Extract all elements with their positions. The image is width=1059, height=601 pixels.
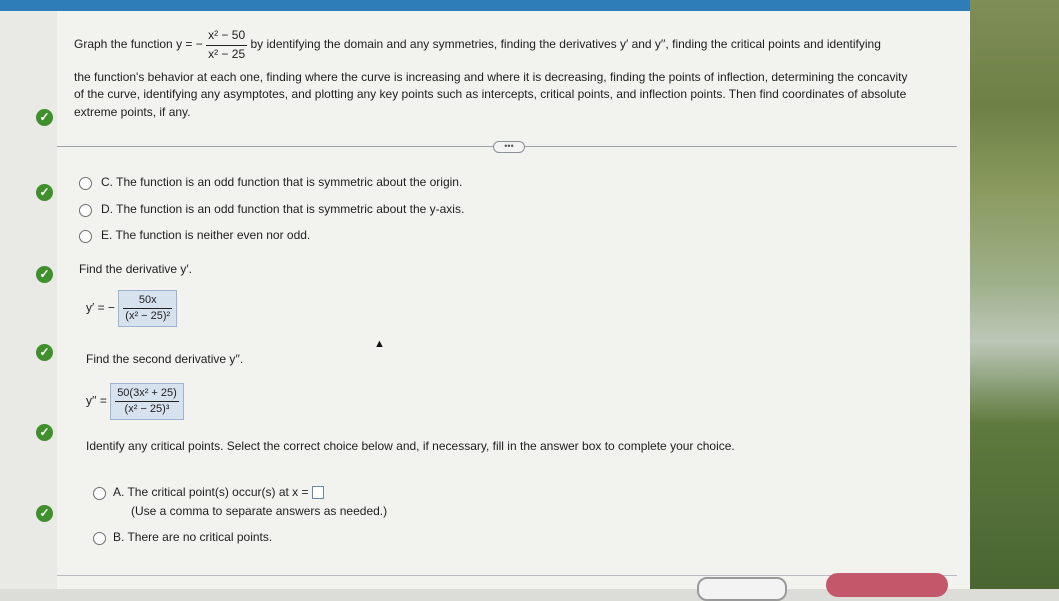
second-derivative-answer: y′′ = 50(3x² + 25) (x² − 25)³ (86, 383, 184, 420)
option-e[interactable]: E. The function is neither even nor odd. (101, 228, 310, 243)
radio-option-c[interactable] (79, 177, 92, 190)
question-text: Graph the function y = − x² − 50 x² − 25… (74, 27, 954, 63)
top-accent-bar (0, 0, 1059, 11)
option-e-text: The function is neither even nor odd. (115, 228, 311, 242)
second-derivative-answer-box[interactable]: 50(3x² + 25) (x² − 25)³ (110, 383, 184, 420)
derivative-lhs: y′ = − (86, 300, 115, 315)
checkmark-icon: ✓ (36, 109, 53, 126)
bottom-divider (57, 575, 957, 576)
expand-more-button[interactable]: ••• (493, 141, 525, 153)
question-line4: extreme points, if any. (74, 105, 191, 119)
second-derivative-lhs: y′′ = (86, 393, 107, 408)
question-line2: the function's behavior at each one, fin… (74, 70, 908, 84)
derivative-answer-box[interactable]: 50x (x² − 25)² (118, 290, 178, 327)
checkmark-icon: ✓ (36, 184, 53, 201)
option-b-letter: B. (113, 530, 125, 544)
derivative-numerator: 50x (123, 293, 173, 309)
option-a-letter: A. (113, 485, 125, 499)
second-derivative-fraction: 50(3x² + 25) (x² − 25)³ (115, 386, 179, 417)
critical-points-prompt: Identify any critical points. Select the… (86, 439, 735, 453)
checkmark-icon: ✓ (36, 424, 53, 441)
background-photo (970, 0, 1059, 589)
second-derivative-prompt: Find the second derivative y′′. (86, 352, 244, 366)
derivative-prompt: Find the derivative y′. (79, 262, 192, 276)
checkmark-icon: ✓ (36, 505, 53, 522)
status-gutter (0, 11, 57, 589)
option-d-text: The function is an odd function that is … (116, 202, 465, 216)
option-d[interactable]: D. The function is an odd function that … (101, 202, 464, 217)
checkmark-icon: ✓ (36, 344, 53, 361)
option-c-letter: C. (101, 175, 113, 189)
critical-x-input[interactable] (311, 486, 324, 500)
second-derivative-denominator: (x² − 25)³ (124, 403, 170, 415)
question-line1: by identifying the domain and any symmet… (250, 37, 881, 52)
function-numerator: x² − 50 (206, 27, 248, 46)
option-a[interactable]: A. The critical point(s) occur(s) at x = (113, 485, 324, 500)
option-b[interactable]: B. There are no critical points. (113, 530, 272, 545)
option-c-text: The function is an odd function that is … (116, 175, 463, 189)
option-b-text: There are no critical points. (127, 530, 273, 544)
question-line3: of the curve, identifying any asymptotes… (74, 87, 907, 101)
option-d-letter: D. (101, 202, 113, 216)
option-a-text: The critical point(s) occur(s) at x = (127, 485, 309, 499)
radio-option-e[interactable] (79, 230, 92, 243)
primary-button[interactable] (826, 573, 948, 597)
second-derivative-numerator: 50(3x² + 25) (115, 386, 179, 402)
option-e-letter: E. (101, 228, 113, 242)
question-lead: Graph the function y = − (74, 37, 203, 52)
derivative-answer: y′ = − 50x (x² − 25)² (86, 290, 178, 327)
checkmark-icon: ✓ (36, 266, 53, 283)
derivative-denominator: (x² − 25)² (125, 310, 171, 322)
function-denominator: x² − 25 (208, 46, 246, 61)
radio-option-d[interactable] (79, 204, 92, 217)
option-a-note: (Use a comma to separate answers as need… (131, 504, 388, 518)
radio-option-b[interactable] (93, 532, 106, 545)
derivative-fraction: 50x (x² − 25)² (123, 293, 173, 324)
cursor-icon: ▲ (374, 338, 385, 350)
option-c[interactable]: C. The function is an odd function that … (101, 175, 462, 190)
function-fraction: x² − 50 x² − 25 (206, 27, 248, 63)
secondary-button[interactable] (697, 577, 787, 601)
radio-option-a[interactable] (93, 487, 106, 500)
